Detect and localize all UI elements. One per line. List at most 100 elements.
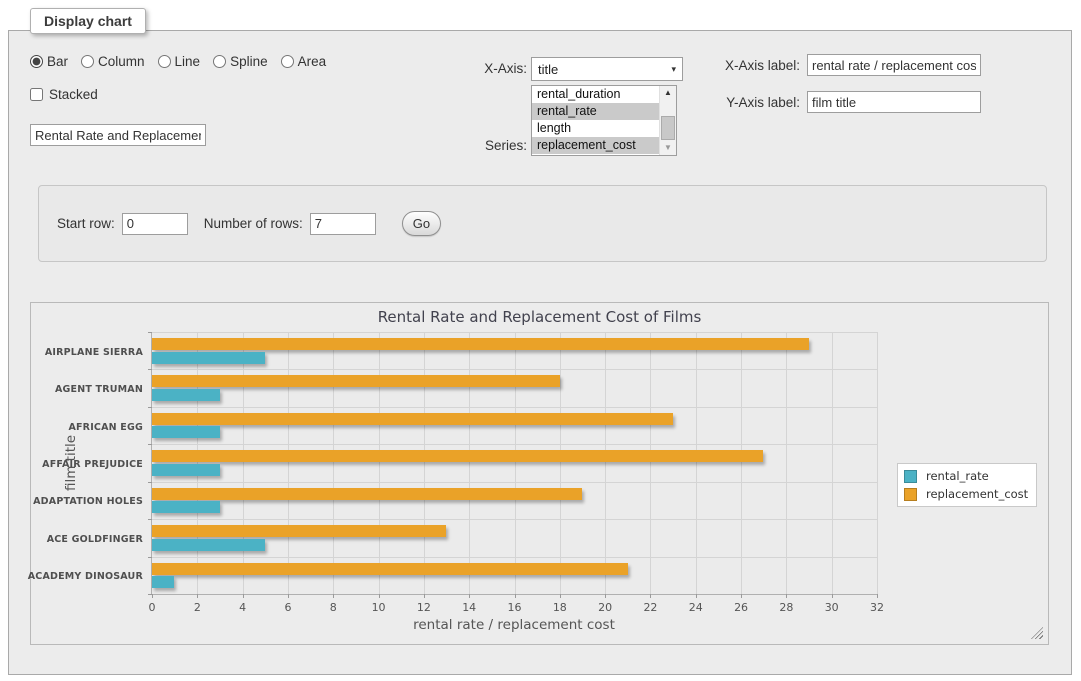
x-gridline <box>877 332 878 594</box>
x-axis-selected-value: title <box>538 62 671 77</box>
plot-area: 02468101214161820222426283032AIRPLANE SI… <box>151 332 877 595</box>
x-tick-mark <box>786 594 787 598</box>
series-option[interactable]: rental_duration <box>532 86 659 103</box>
area-radio-label: Area <box>298 54 327 69</box>
replacement_cost-bar <box>152 563 628 575</box>
x-axis-label-caption: X-Axis label: <box>700 58 800 73</box>
go-button[interactable]: Go <box>402 211 441 236</box>
radio-spline[interactable]: Spline <box>213 54 268 69</box>
x-gridline <box>741 332 742 594</box>
series-option[interactable]: rental_rate <box>532 103 659 120</box>
x-gridline <box>288 332 289 594</box>
x-tick-label: 26 <box>734 601 748 614</box>
replacement_cost-bar <box>152 375 560 387</box>
series-options: rental_durationrental_ratelengthreplacem… <box>532 86 659 155</box>
x-axis-select[interactable]: title ▾ <box>531 57 683 81</box>
x-tick-mark <box>741 594 742 598</box>
x-tick-mark <box>243 594 244 598</box>
radio-column[interactable]: Column <box>81 54 145 69</box>
radio-bar[interactable]: Bar <box>30 54 68 69</box>
chart-title: Rental Rate and Replacement Cost of Film… <box>31 308 1048 326</box>
stacked-checkbox[interactable] <box>30 88 43 101</box>
line-radio[interactable] <box>158 55 171 68</box>
rental_rate-bar <box>152 501 220 513</box>
y-tick-mark <box>148 482 152 483</box>
chevron-down-icon: ▾ <box>671 64 676 75</box>
x-gridline <box>832 332 833 594</box>
y-tick-mark <box>148 557 152 558</box>
scroll-down-icon[interactable]: ▼ <box>660 141 676 155</box>
x-tick-label: 28 <box>779 601 793 614</box>
category-label: ACE GOLDFINGER <box>47 534 143 546</box>
x-tick-label: 14 <box>462 601 476 614</box>
y-gridline <box>152 444 877 445</box>
x-tick-label: 16 <box>508 601 522 614</box>
rental_rate-bar <box>152 389 220 401</box>
y-axis-label-input[interactable] <box>807 91 981 113</box>
replacement_cost-bar <box>152 450 763 462</box>
series-option[interactable]: replacement_cost <box>532 137 659 154</box>
x-tick-label: 18 <box>553 601 567 614</box>
x-axis-caption: X-Axis: <box>430 61 527 76</box>
line-radio-label: Line <box>175 54 201 69</box>
bar-radio[interactable] <box>30 55 43 68</box>
scrollbar-thumb[interactable] <box>661 116 675 140</box>
legend-label: rental_rate <box>926 469 989 483</box>
category-label: ACADEMY DINOSAUR <box>28 571 143 583</box>
x-tick-mark <box>696 594 697 598</box>
x-tick-label: 10 <box>372 601 386 614</box>
replacement_cost-bar <box>152 488 582 500</box>
column-radio[interactable] <box>81 55 94 68</box>
x-gridline <box>379 332 380 594</box>
x-tick-label: 2 <box>194 601 201 614</box>
rental_rate-bar <box>152 539 265 551</box>
resize-handle-icon[interactable] <box>1031 627 1043 639</box>
area-radio[interactable] <box>281 55 294 68</box>
replacement_cost-bar <box>152 413 673 425</box>
stacked-row[interactable]: Stacked <box>30 87 98 102</box>
x-tick-mark <box>515 594 516 598</box>
series-option[interactable]: length <box>532 120 659 137</box>
x-gridline <box>696 332 697 594</box>
x-axis-title: rental rate / replacement cost <box>413 617 615 633</box>
series-multiselect[interactable]: rental_durationrental_ratelengthreplacem… <box>531 85 677 156</box>
x-tick-mark <box>288 594 289 598</box>
row-range-form: Start row: Number of rows: Go <box>57 211 441 236</box>
x-axis-label-input[interactable] <box>807 54 981 76</box>
x-gridline <box>243 332 244 594</box>
category-label: AFFAIR PREJUDICE <box>42 459 143 471</box>
x-tick-mark <box>650 594 651 598</box>
y-gridline <box>152 557 877 558</box>
rental_rate-bar <box>152 576 174 588</box>
chart-type-radio-group: Bar Column Line Spline Area <box>30 54 326 69</box>
chart-container: Rental Rate and Replacement Cost of Film… <box>30 302 1049 645</box>
x-tick-label: 20 <box>598 601 612 614</box>
start-row-input[interactable] <box>122 213 188 235</box>
x-gridline <box>469 332 470 594</box>
y-axis-title: film title <box>63 435 79 491</box>
radio-line[interactable]: Line <box>158 54 201 69</box>
x-gridline <box>515 332 516 594</box>
x-tick-label: 4 <box>239 601 246 614</box>
y-tick-mark <box>148 332 152 333</box>
x-tick-mark <box>469 594 470 598</box>
chart-title-input[interactable] <box>30 124 206 146</box>
x-tick-label: 12 <box>417 601 431 614</box>
legend-item: replacement_cost <box>904 487 1028 501</box>
x-gridline <box>650 332 651 594</box>
y-gridline <box>152 369 877 370</box>
spline-radio[interactable] <box>213 55 226 68</box>
bar-radio-label: Bar <box>47 54 68 69</box>
series-scrollbar[interactable]: ▲ ▼ <box>659 86 676 155</box>
x-gridline <box>333 332 334 594</box>
x-tick-mark <box>152 594 153 598</box>
num-rows-input[interactable] <box>310 213 376 235</box>
x-gridline <box>560 332 561 594</box>
y-tick-mark <box>148 369 152 370</box>
x-tick-label: 0 <box>149 601 156 614</box>
scroll-up-icon[interactable]: ▲ <box>660 86 676 100</box>
radio-area[interactable]: Area <box>281 54 327 69</box>
x-tick-mark <box>197 594 198 598</box>
x-tick-label: 30 <box>825 601 839 614</box>
y-gridline <box>152 407 877 408</box>
